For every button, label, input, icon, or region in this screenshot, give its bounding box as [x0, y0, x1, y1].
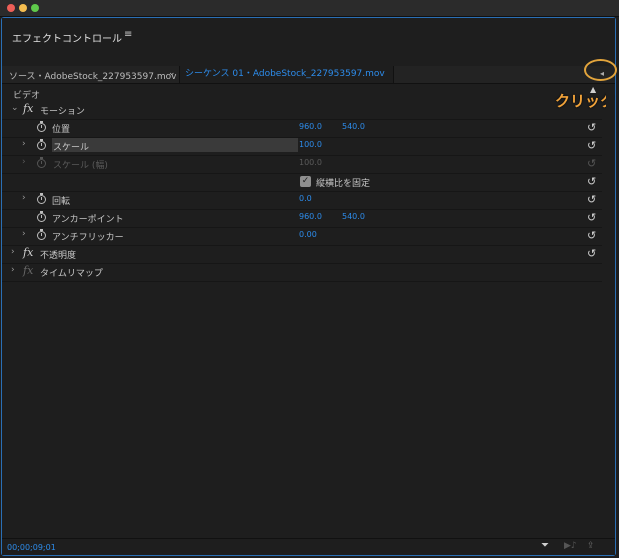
position-x-value[interactable]: 960.0	[299, 122, 322, 131]
panel-title: エフェクトコントロール	[12, 34, 122, 45]
filter-icon[interactable]: ⏷	[541, 540, 549, 551]
effect-controls-panel: エフェクトコントロール ≡ ソース・AdobeStock_227953597.m…	[1, 17, 617, 556]
effect-row-motion[interactable]: ⌄ fx モーション	[2, 101, 602, 120]
play-audio-icon[interactable]: ▶♪	[564, 541, 577, 551]
close-window-button[interactable]	[7, 4, 15, 12]
scroll-up-icon[interactable]: ▲	[590, 85, 596, 94]
reset-icon[interactable]: ↺	[587, 211, 596, 224]
anchor-y-value[interactable]: 540.0	[342, 212, 365, 221]
position-y-value[interactable]: 540.0	[342, 122, 365, 131]
minimize-window-button[interactable]	[19, 4, 27, 12]
chevron-right-icon[interactable]: ›	[11, 247, 15, 257]
effect-row-opacity[interactable]: › fx 不透明度 ↺	[2, 245, 602, 264]
reset-icon: ↺	[587, 157, 597, 170]
property-row-scale[interactable]: › スケール 100.0 ↺	[2, 137, 602, 156]
property-label: 位置	[52, 125, 71, 135]
stopwatch-icon[interactable]	[37, 193, 46, 204]
property-row-antiflicker[interactable]: › アンチフリッカー 0.00 ↺	[2, 227, 602, 246]
section-video: ビデオ	[13, 91, 41, 101]
tab-sequence-label: シーケンス 01・AdobeStock_227953597.mov	[185, 69, 385, 79]
chevron-right-icon[interactable]: ›	[22, 139, 26, 149]
reset-icon[interactable]: ↺	[587, 121, 596, 134]
source-tabs: ソース・AdobeStock_227953597.mov ⌄ シーケンス 01・…	[2, 66, 615, 84]
panel-header: エフェクトコントロール ≡	[2, 18, 615, 64]
anchor-x-value[interactable]: 960.0	[299, 212, 322, 221]
reset-icon[interactable]: ↺	[587, 139, 596, 152]
scrollbar[interactable]	[606, 84, 614, 539]
reset-icon[interactable]: ↺	[587, 175, 596, 188]
chevron-down-icon[interactable]: ⌄	[11, 103, 19, 113]
effect-label-motion: モーション	[40, 107, 85, 117]
property-row-scale-width: › スケール (幅) 100.0 ↺	[2, 155, 602, 174]
antiflicker-value[interactable]: 0.00	[299, 230, 317, 239]
property-label: スケール (幅)	[53, 161, 108, 171]
scale-width-value: 100.0	[299, 158, 322, 167]
reset-icon[interactable]: ↺	[587, 247, 596, 260]
tab-sequence[interactable]: シーケンス 01・AdobeStock_227953597.mov	[179, 66, 394, 83]
property-row-rotation[interactable]: › 回転 0.0 ↺	[2, 191, 602, 210]
stopwatch-icon[interactable]	[37, 121, 46, 132]
chevron-right-icon[interactable]: ›	[22, 193, 26, 203]
property-row-uniform-scale[interactable]: ✓ 縦横比を固定 ↺	[2, 173, 602, 192]
scale-value[interactable]: 100.0	[299, 140, 322, 149]
property-label: アンチフリッカー	[52, 233, 124, 243]
property-label: 回転	[52, 197, 71, 207]
timecode[interactable]: 00;00;09;01	[7, 543, 56, 552]
effect-row-time-remap[interactable]: › fx タイムリマップ	[2, 263, 602, 282]
uniform-scale-label: 縦横比を固定	[316, 179, 371, 189]
chevron-right-icon[interactable]: ›	[22, 229, 26, 239]
chevron-down-icon[interactable]: ⌄	[168, 68, 176, 78]
tab-source[interactable]: ソース・AdobeStock_227953597.mov	[9, 69, 176, 82]
fx-icon[interactable]: fx	[23, 102, 33, 115]
fx-icon: fx	[23, 264, 34, 277]
zoom-window-button[interactable]	[31, 4, 39, 12]
export-icon[interactable]: ⇪	[587, 541, 595, 551]
stopwatch-icon	[37, 157, 46, 168]
effect-label-opacity: 不透明度	[40, 251, 77, 261]
effect-label-time-remap: タイムリマップ	[40, 269, 103, 279]
property-label: アンカーポイント	[52, 215, 124, 225]
hamburger-icon[interactable]: ≡	[124, 29, 132, 40]
chevron-right-icon: ›	[22, 157, 26, 167]
panel-footer: 00;00;09;01 ⏷ ▶♪ ⇪	[2, 538, 615, 555]
reset-icon[interactable]: ↺	[587, 229, 596, 242]
rotation-value[interactable]: 0.0	[299, 194, 312, 203]
property-row-anchor[interactable]: アンカーポイント 960.0 540.0 ↺	[2, 209, 602, 228]
stopwatch-icon[interactable]	[37, 229, 46, 240]
stopwatch-icon[interactable]	[37, 211, 46, 222]
reset-icon[interactable]: ↺	[587, 193, 596, 206]
chevron-right-icon[interactable]: ›	[11, 265, 15, 275]
stopwatch-icon[interactable]	[37, 139, 46, 150]
fx-icon[interactable]: fx	[23, 246, 33, 259]
highlight-circle	[584, 59, 617, 81]
property-label: スケール	[53, 143, 90, 153]
window-titlebar	[0, 0, 619, 17]
uniform-scale-checkbox[interactable]: ✓	[300, 176, 311, 187]
property-row-position[interactable]: 位置 960.0 540.0 ↺	[2, 119, 602, 138]
